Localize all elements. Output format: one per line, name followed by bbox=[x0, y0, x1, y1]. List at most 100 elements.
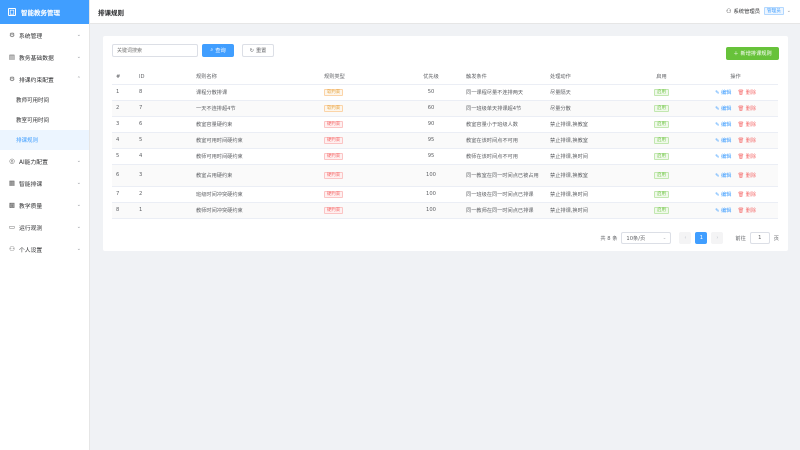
sidebar-item-label: 智能排课 bbox=[19, 181, 43, 188]
brand-name: 智能教务管理 bbox=[21, 9, 60, 17]
enabled-tag: 启用 bbox=[654, 88, 669, 96]
enabled-tag: 启用 bbox=[654, 104, 669, 112]
edit-button[interactable]: ✎ 编辑 bbox=[715, 138, 731, 144]
delete-button[interactable]: 🗑 删除 bbox=[737, 122, 756, 128]
sidebar-item-1[interactable]: ▤ 教务基础数据 ⌄ bbox=[0, 46, 89, 68]
user-menu[interactable]: ⚇ 系统管理员 管理员 ⌄ bbox=[726, 7, 791, 15]
header: 排课规则 ⚇ 系统管理员 管理员 ⌄ bbox=[90, 0, 800, 24]
column-header: 规则类型 bbox=[320, 70, 400, 85]
cell-condition: 同一课程尽量不连排两天 bbox=[462, 84, 546, 101]
edit-button[interactable]: ✎ 编辑 bbox=[715, 173, 731, 179]
table-body: 1 8 课程分散排课 软约束 50 同一课程尽量不连排两天 尽量隔天 启用 ✎ 编辑 🗑 删除 2 7… bbox=[112, 84, 778, 219]
cell-operations: ✎ 编辑 🗑 删除 bbox=[693, 148, 778, 165]
delete-button[interactable]: 🗑 删除 bbox=[737, 138, 756, 144]
role-badge: 管理员 bbox=[764, 7, 784, 15]
edit-button[interactable]: ✎ 编辑 bbox=[715, 154, 731, 160]
page-size-select[interactable]: 10条/页 ⌄ bbox=[621, 232, 672, 244]
cell-action: 禁止排课,换教室 bbox=[546, 164, 630, 187]
edit-icon: ✎ bbox=[714, 137, 720, 144]
cell-rule-type: 软约束 bbox=[320, 100, 400, 117]
cell-index: 4 bbox=[112, 132, 135, 149]
cell-rule-type: 硬约束 bbox=[320, 148, 400, 165]
sidebar-item-3[interactable]: ◎ AI能力配置 ⌄ bbox=[0, 150, 89, 172]
delete-icon: 🗑 bbox=[737, 172, 744, 179]
column-header: 优先级 bbox=[400, 70, 462, 85]
table-row: 4 5 教室可用时间硬约束 硬约束 95 教室在该时间点不可用 禁止排课,换教室 启用 ✎ 编辑… bbox=[112, 132, 778, 149]
cell-condition: 教室在该时间点不可用 bbox=[462, 132, 546, 149]
menu-icon: ▩ bbox=[8, 201, 16, 209]
sidebar-subitem-2[interactable]: 排课规则 bbox=[0, 130, 89, 150]
sidebar-item-7[interactable]: ⚇ 个人设置 ⌄ bbox=[0, 238, 89, 260]
table-row: 6 3 教室占用硬约束 硬约束 100 同一教室在同一时间点已被占用 禁止排课,换教室 启用 ✎… bbox=[112, 164, 778, 187]
cell-priority: 100 bbox=[400, 186, 462, 203]
edit-button[interactable]: ✎ 编辑 bbox=[715, 106, 731, 112]
add-rule-button[interactable]: ＋ 新增排课规则 bbox=[726, 47, 779, 60]
edit-icon: ✎ bbox=[714, 207, 720, 214]
chevron-down-icon: ⌄ bbox=[662, 235, 667, 241]
enabled-tag: 启用 bbox=[654, 190, 669, 198]
delete-button[interactable]: 🗑 删除 bbox=[737, 106, 756, 112]
delete-button[interactable]: 🗑 删除 bbox=[737, 192, 756, 198]
cell-condition: 同一教室在同一时间点已被占用 bbox=[462, 164, 546, 187]
edit-icon: ✎ bbox=[714, 105, 720, 112]
search-input[interactable] bbox=[112, 44, 198, 57]
cell-operations: ✎ 编辑 🗑 删除 bbox=[693, 164, 778, 187]
delete-button[interactable]: 🗑 删除 bbox=[737, 173, 756, 179]
cell-condition: 同一教师在同一时间点已排课 bbox=[462, 202, 546, 219]
rule-type-tag: 硬约束 bbox=[324, 206, 344, 214]
cell-id: 5 bbox=[135, 132, 192, 149]
chevron-down-icon: ⌄ bbox=[786, 8, 791, 14]
sidebar-subitem-0[interactable]: 教师可用时间 bbox=[0, 90, 89, 110]
sidebar-item-label: 排课约束配置 bbox=[19, 77, 54, 84]
table-row: 8 1 教师时间冲突硬约束 硬约束 100 同一教师在同一时间点已排课 禁止排课,换时间 启用… bbox=[112, 202, 778, 219]
sidebar-item-2[interactable]: ⚙ 排课约束配置 ⌃ bbox=[0, 68, 89, 90]
cell-id: 2 bbox=[135, 186, 192, 203]
chevron-icon: ⌄ bbox=[76, 54, 81, 60]
reset-button[interactable]: ↻ 重置 bbox=[242, 44, 274, 57]
goto-page-input[interactable]: 1 bbox=[749, 232, 770, 244]
sidebar-item-0[interactable]: ⚙ 系统管理 ⌄ bbox=[0, 24, 89, 46]
prev-page-button[interactable]: ‹ bbox=[679, 232, 692, 244]
edit-label: 编辑 bbox=[720, 153, 732, 160]
cell-action: 禁止排课,换时间 bbox=[546, 186, 630, 203]
page-1-button[interactable]: 1 bbox=[695, 232, 708, 244]
cell-priority: 90 bbox=[400, 116, 462, 133]
cell-id: 6 bbox=[135, 116, 192, 133]
edit-button[interactable]: ✎ 编辑 bbox=[715, 90, 731, 96]
delete-button[interactable]: 🗑 删除 bbox=[737, 154, 756, 160]
delete-icon: 🗑 bbox=[737, 89, 744, 96]
cell-index: 7 bbox=[112, 186, 135, 203]
cell-operations: ✎ 编辑 🗑 删除 bbox=[693, 186, 778, 203]
edit-button[interactable]: ✎ 编辑 bbox=[715, 122, 731, 128]
cell-priority: 100 bbox=[400, 164, 462, 187]
total-count: 共 8 条 bbox=[600, 235, 618, 242]
page-size-value: 10条/页 bbox=[626, 235, 646, 242]
delete-label: 删除 bbox=[745, 121, 757, 128]
sidebar-item-4[interactable]: ▦ 智能排课 ⌄ bbox=[0, 172, 89, 194]
cell-operations: ✎ 编辑 🗑 删除 bbox=[693, 116, 778, 133]
sidebar-item-6[interactable]: ▭ 运行观测 ⌄ bbox=[0, 216, 89, 238]
edit-button[interactable]: ✎ 编辑 bbox=[715, 208, 731, 214]
user-name: 系统管理员 bbox=[733, 9, 761, 15]
delete-icon: 🗑 bbox=[737, 207, 744, 214]
logo-icon: 囗 bbox=[8, 8, 16, 16]
cell-condition: 同一班级单天排课超4节 bbox=[462, 100, 546, 117]
cell-enabled: 启用 bbox=[630, 132, 693, 149]
sidebar-item-5[interactable]: ▩ 教学质量 ⌄ bbox=[0, 194, 89, 216]
rule-type-tag: 硬约束 bbox=[324, 120, 344, 128]
cell-condition: 同一班级在同一时间点已排课 bbox=[462, 186, 546, 203]
sidebar-subitem-1[interactable]: 教室可用时间 bbox=[0, 110, 89, 130]
rule-type-tag: 硬约束 bbox=[324, 171, 344, 179]
search-button[interactable]: ⌕ 查询 bbox=[202, 44, 234, 57]
rules-table: # ID 规则名称 规则类型 优先级 触发条件 处理动作 启用 操作 1 8 课程分散排课 软约束 50… bbox=[112, 70, 778, 219]
delete-button[interactable]: 🗑 删除 bbox=[737, 208, 756, 214]
delete-icon: 🗑 bbox=[737, 121, 744, 128]
sidebar-item-label: 运行观测 bbox=[19, 225, 43, 232]
edit-button[interactable]: ✎ 编辑 bbox=[715, 192, 731, 198]
delete-button[interactable]: 🗑 删除 bbox=[737, 90, 756, 96]
next-page-button[interactable]: › bbox=[711, 232, 724, 244]
enabled-tag: 启用 bbox=[654, 152, 669, 160]
table-row: 2 7 一天不连排超4节 软约束 60 同一班级单天排课超4节 尽量分散 启用 ✎ 编辑 🗑 删除 bbox=[112, 100, 778, 117]
edit-label: 编辑 bbox=[720, 137, 732, 144]
cell-index: 1 bbox=[112, 84, 135, 101]
